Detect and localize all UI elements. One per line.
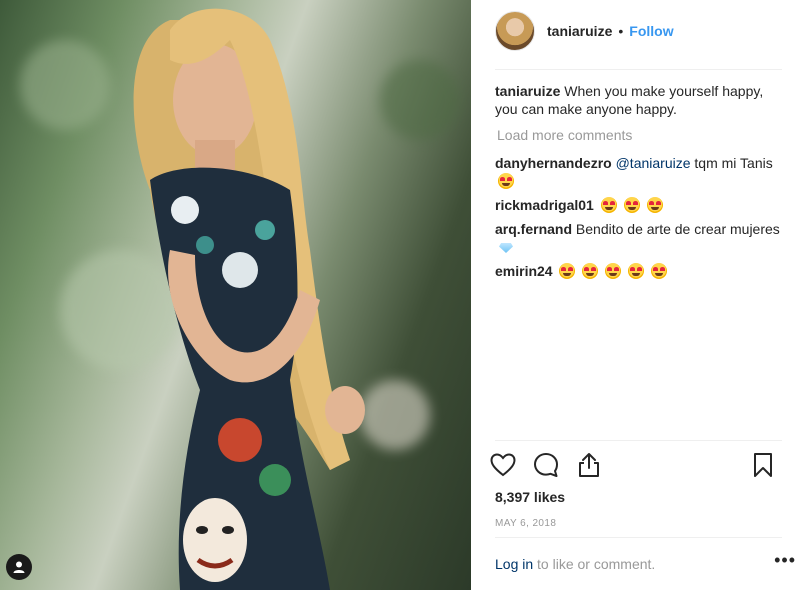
comment-item: danyhernandezro @taniaruize tqm mi Tanis [495,154,782,190]
comment-text: Bendito de arte de crear mujeres [575,221,780,237]
login-link[interactable]: Log in [495,556,533,572]
post-photo[interactable] [0,0,471,590]
comment-username[interactable]: rickmadrigal01 [495,197,594,213]
heart-eyes-emoji-icon [582,263,599,279]
gem-emoji-icon [499,243,513,253]
comment-icon [534,453,558,477]
heart-eyes-emoji-icon [646,197,663,213]
heart-eyes-emoji-icon [600,197,617,213]
divider [495,69,782,70]
post-username[interactable]: taniaruize [547,23,612,39]
woman-in-floral-dress-photo [133,8,365,590]
comment-text: tqm mi Tanis [690,155,773,171]
comment-item: rickmadrigal01 [495,196,782,214]
post-side-panel: taniaruize • Follow taniaruize When you … [471,0,806,590]
post-actions [488,450,788,480]
follow-button[interactable]: Follow [629,23,673,39]
login-prompt: Log in to like or comment. [495,556,782,572]
load-more-comments-button[interactable]: Load more comments [497,126,782,144]
divider [495,537,782,538]
heart-eyes-emoji-icon [623,197,640,213]
comment-mention[interactable]: @taniaruize [616,155,691,171]
like-button[interactable] [488,450,518,480]
more-options-button[interactable]: ••• [774,550,796,571]
heart-icon [490,453,516,477]
caption: taniaruize When you make yourself happy,… [495,82,782,118]
login-prompt-text: to like or comment. [533,556,656,572]
likes-count[interactable]: 8,397 likes [495,489,565,505]
heart-eyes-emoji-icon [559,263,576,279]
divider [495,440,782,441]
comment-button[interactable] [531,450,561,480]
comment-username[interactable]: emirin24 [495,263,553,279]
comment-item: arq.fernand Bendito de arte de crear muj… [495,220,782,256]
share-icon [579,453,599,477]
share-button[interactable] [574,450,604,480]
post-date[interactable]: MAY 6, 2018 [495,518,556,529]
user-icon [13,561,25,573]
caption-username[interactable]: taniaruize [495,83,560,99]
bookmark-icon [754,453,772,477]
heart-eyes-emoji-icon [605,263,622,279]
separator-dot: • [618,23,624,39]
comment-item: emirin24 [495,262,782,280]
comment-username[interactable]: arq.fernand [495,221,572,237]
user-tag-button[interactable] [6,554,32,580]
comment-username[interactable]: danyhernandezro [495,155,612,171]
avatar[interactable] [495,11,535,51]
post-header: taniaruize • Follow [495,10,674,52]
heart-eyes-emoji-icon [628,263,645,279]
kiss-emoji-icon [498,173,514,189]
comments-list: taniaruize When you make yourself happy,… [495,82,782,286]
save-button[interactable] [748,450,778,480]
heart-eyes-emoji-icon [651,263,668,279]
